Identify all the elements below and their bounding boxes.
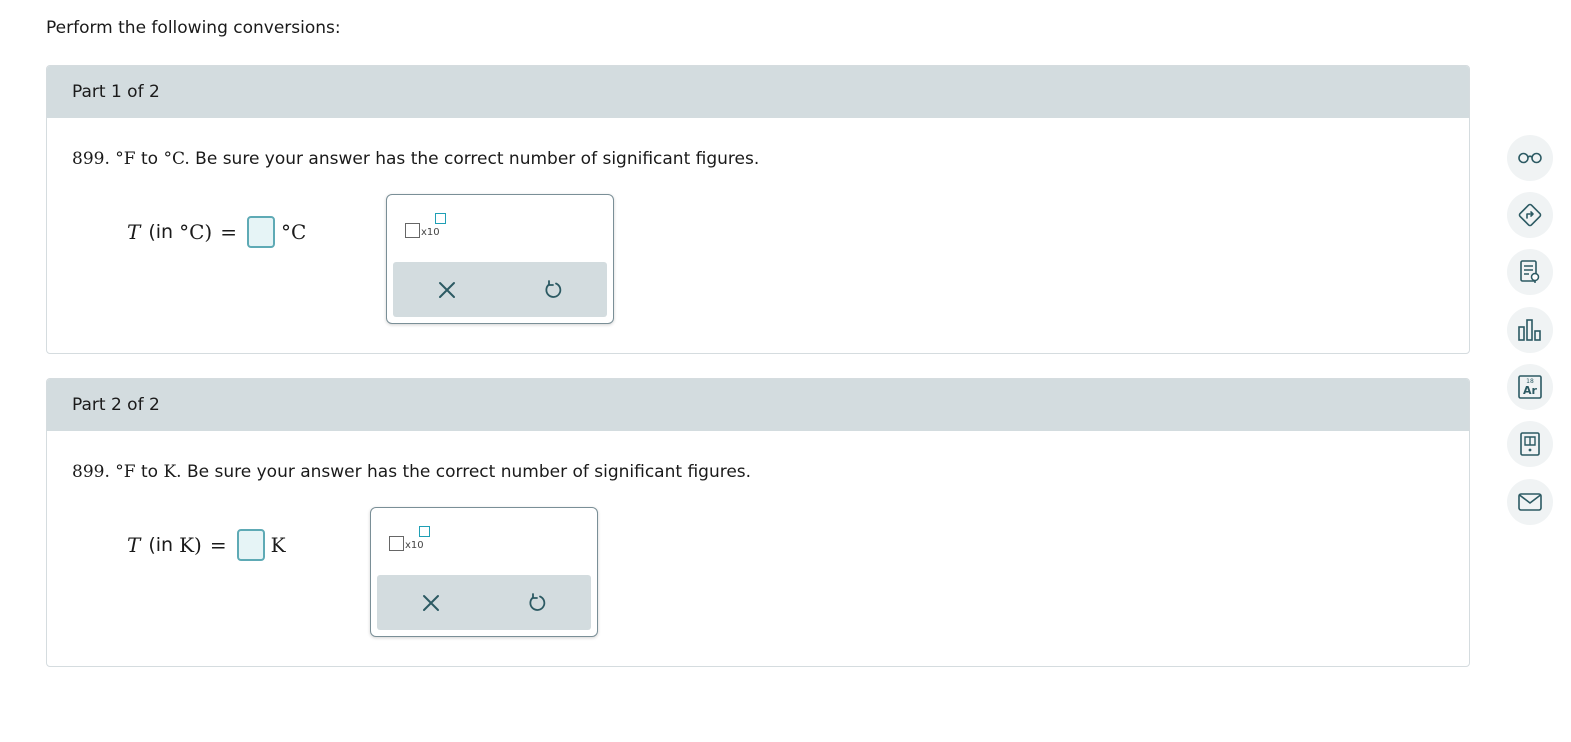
palette-actions	[377, 575, 591, 630]
instruction-text: Be sure your answer has the correct numb…	[195, 149, 760, 169]
to-word: to	[140, 149, 159, 169]
periodic-table-button[interactable]: 18 Ar	[1507, 364, 1553, 410]
from-unit: °F	[115, 149, 136, 169]
answer-input-kelvin[interactable]	[236, 529, 265, 561]
undo-button[interactable]	[522, 588, 552, 618]
clear-button[interactable]	[432, 275, 462, 305]
message-button[interactable]	[1507, 479, 1553, 525]
question-number: 899.	[72, 462, 110, 482]
part-2-question: 899. °F to K. Be sure your answer has th…	[72, 462, 751, 482]
scientific-notation-button[interactable]: x10	[389, 524, 439, 554]
exponent-box-icon	[435, 213, 446, 224]
worksheet-icon	[1520, 260, 1540, 283]
unit-after: K	[270, 533, 286, 557]
part-1-equation: T (in °C) = °C	[127, 216, 306, 248]
part-1-question: 899. °F to °C. Be sure your answer has t…	[72, 149, 759, 169]
clear-button[interactable]	[416, 588, 446, 618]
instructions-text: Perform the following conversions:	[46, 18, 341, 38]
label-open: (in	[148, 534, 174, 556]
x10-label: x10	[421, 227, 440, 238]
answer-input-celsius[interactable]	[246, 216, 275, 248]
part-2-panel: Part 2 of 2 899. °F to K. Be sure your a…	[46, 378, 1470, 667]
bar-chart-icon	[1518, 319, 1541, 341]
base-box-icon	[389, 536, 404, 551]
base-box-icon	[405, 223, 420, 238]
palette-actions	[393, 262, 607, 317]
question-number: 899.	[72, 149, 110, 169]
textbook-icon	[1520, 432, 1540, 456]
x10-label: x10	[405, 540, 424, 551]
to-unit: K.	[163, 462, 182, 482]
directions-icon	[1518, 203, 1542, 227]
undo-icon	[529, 593, 546, 611]
part-2-title: Part 2 of 2	[72, 395, 160, 415]
part-2-header: Part 2 of 2	[47, 379, 1469, 431]
part-1-title: Part 1 of 2	[72, 82, 160, 102]
temperature-variable: T	[127, 533, 141, 557]
label-open: (in	[148, 221, 174, 243]
temperature-variable: T	[127, 220, 141, 244]
undo-icon	[545, 280, 562, 298]
equals-sign: =	[209, 533, 227, 557]
textbook-button[interactable]	[1507, 421, 1553, 467]
math-palette: x10	[370, 507, 598, 637]
close-icon	[423, 595, 439, 611]
mail-icon	[1518, 493, 1542, 511]
math-palette: x10	[386, 194, 614, 324]
from-unit: °F	[115, 462, 136, 482]
to-word: to	[140, 462, 159, 482]
close-icon	[439, 282, 455, 298]
worksheet-button[interactable]	[1507, 249, 1553, 295]
periodic-table-icon: 18 Ar	[1518, 375, 1542, 399]
unit-after: °C	[280, 220, 307, 244]
directions-button[interactable]	[1507, 192, 1553, 238]
glasses-icon	[1518, 152, 1542, 164]
part-1-header: Part 1 of 2	[47, 66, 1469, 118]
equals-sign: =	[220, 220, 237, 244]
exponent-box-icon	[419, 526, 430, 537]
part-1-panel: Part 1 of 2 899. °F to °C. Be sure your …	[46, 65, 1470, 354]
element-symbol-label: Ar	[1523, 384, 1538, 397]
instruction-text: Be sure your answer has the correct numb…	[186, 462, 752, 482]
part-2-equation: T (in K) = K	[127, 529, 286, 561]
label-unit: °C)	[179, 220, 213, 244]
scientific-notation-button[interactable]: x10	[405, 211, 455, 241]
to-unit: °C.	[163, 149, 190, 169]
reading-glasses-button[interactable]	[1507, 135, 1553, 181]
label-unit: K)	[179, 533, 202, 557]
undo-button[interactable]	[538, 275, 568, 305]
data-chart-button[interactable]	[1507, 307, 1553, 353]
